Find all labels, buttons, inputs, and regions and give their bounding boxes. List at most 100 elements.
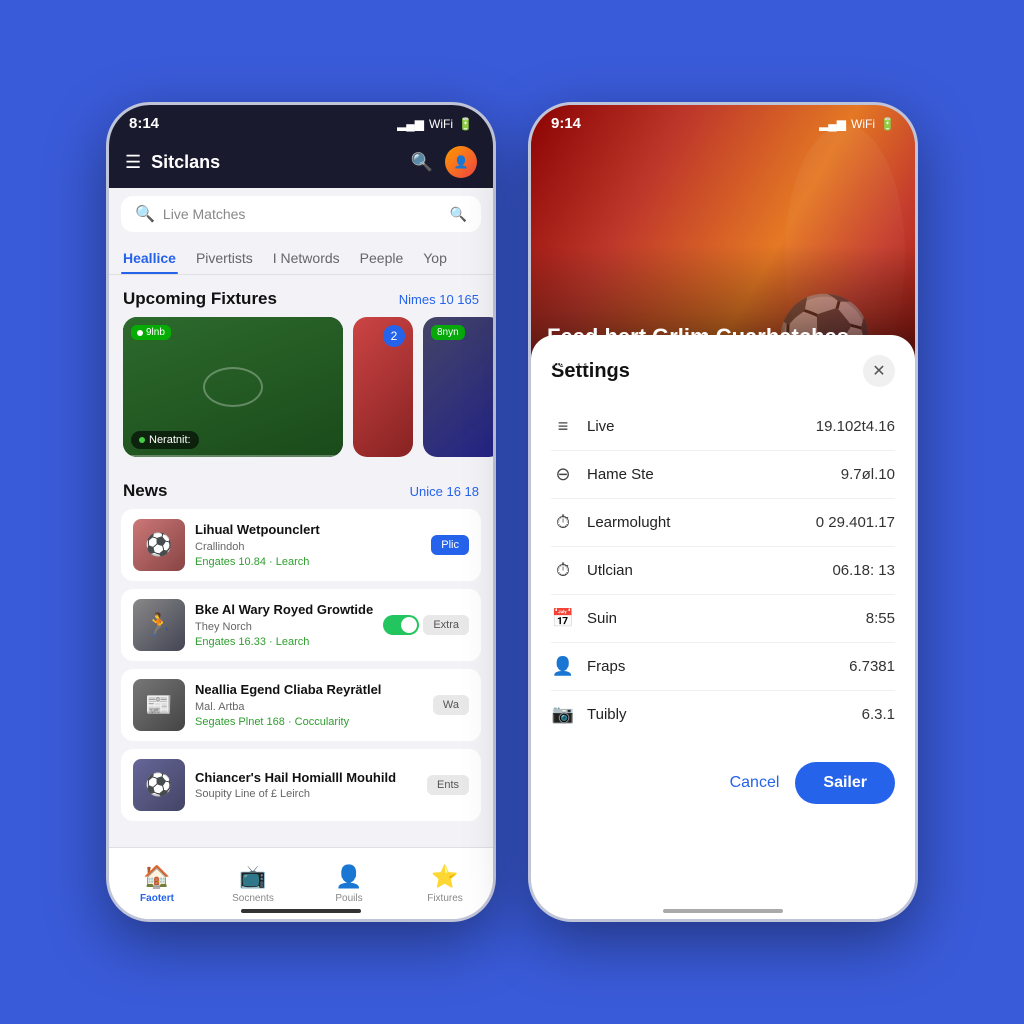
menu-icon[interactable]: ☰ xyxy=(125,152,141,173)
settings-row-live[interactable]: ≡ Live 19.102t4.16 xyxy=(551,403,895,451)
fixtures-link[interactable]: Nimes 10 165 xyxy=(399,292,479,307)
save-button[interactable]: Sailer xyxy=(795,762,895,804)
tab-pivertists[interactable]: Pivertists xyxy=(194,244,255,274)
cancel-button[interactable]: Cancel xyxy=(730,774,780,792)
app-title: Sitclans xyxy=(151,152,220,173)
home-indicator-left xyxy=(241,909,361,913)
suin-icon: 📅 xyxy=(551,608,575,629)
settings-row-suin[interactable]: 📅 Suin 8:55 xyxy=(551,595,895,643)
status-icons-left: ▂▄▆ WiFi 🔋 xyxy=(397,117,473,131)
search-clear-icon[interactable]: 🔍 xyxy=(450,206,467,223)
home-indicator-right xyxy=(663,909,783,913)
signal-icon-right: ▂▄▆ xyxy=(819,117,846,131)
news-item-1[interactable]: ⚽ Lihual Wetpounclert Crallindoh Engates… xyxy=(121,509,481,581)
tab-heallice[interactable]: Heallice xyxy=(121,244,178,274)
settings-label-fraps: Fraps xyxy=(587,658,837,675)
fixture-badge-3: 8nyn xyxy=(431,325,465,340)
tab-bar: Heallice Pivertists I Networds Peeple Yo… xyxy=(109,240,493,275)
settings-panel: Settings ✕ ≡ Live 19.102t4.16 ⊖ Hame Ste… xyxy=(531,335,915,919)
news-item-2[interactable]: 🏃 Bke Al Wary Royed Growtide They Norch … xyxy=(121,589,481,661)
left-content: 🔍 Live Matches 🔍 Heallice Pivertists I N… xyxy=(109,188,493,922)
news-meta-3: Segates Plnet 168 · Coccularity xyxy=(195,716,423,728)
nav-item-home[interactable]: 🏠 Faotert xyxy=(109,848,205,919)
news-item-3[interactable]: 📰 Neallia Egend Cliaba Reyrätlel Mal. Ar… xyxy=(121,669,481,741)
news-info-3: Neallia Egend Cliaba Reyrätlel Mal. Artb… xyxy=(195,682,423,728)
news-action-4[interactable]: Ents xyxy=(427,775,469,795)
settings-row-hame[interactable]: ⊖ Hame Ste 9.7øl.10 xyxy=(551,451,895,499)
news-action-1[interactable]: Plic xyxy=(431,535,469,555)
news-info-2: Bke Al Wary Royed Growtide They Norch En… xyxy=(195,602,373,648)
battery-icon-right: 🔋 xyxy=(880,117,895,131)
settings-label-suin: Suin xyxy=(587,610,854,627)
news-thumb-2: 🏃 xyxy=(133,599,185,651)
wifi-icon-right: WiFi xyxy=(851,117,875,131)
fixture-card-1[interactable]: 9lnb Neratnit: xyxy=(123,317,343,457)
close-icon: ✕ xyxy=(872,361,885,381)
nav-label-home: Faotert xyxy=(140,893,174,904)
tab-yop[interactable]: Yop xyxy=(421,244,449,274)
news-title-1: Lihual Wetpounclert xyxy=(195,522,421,539)
signal-icon: ▂▄▆ xyxy=(397,117,424,131)
scroll-content: Upcoming Fixtures Nimes 10 165 9lnb xyxy=(109,275,493,922)
news-info-4: Chiancer's Hail Homialll Mouhild Soupity… xyxy=(195,770,417,801)
tab-inetwords[interactable]: I Networds xyxy=(271,244,342,274)
search-input[interactable]: Live Matches xyxy=(163,206,442,222)
status-icons-right: ▂▄▆ WiFi 🔋 xyxy=(819,117,895,131)
fixture-badge-2: 2 xyxy=(383,325,405,347)
fixtures-section-header: Upcoming Fixtures Nimes 10 165 xyxy=(109,275,493,317)
search-bar[interactable]: 🔍 Live Matches 🔍 xyxy=(121,196,481,232)
news-link[interactable]: Unice 16 18 xyxy=(410,484,479,499)
fixture-card-2[interactable]: 2 xyxy=(353,317,413,457)
news-item-4[interactable]: ⚽ Chiancer's Hail Homialll Mouhild Soupi… xyxy=(121,749,481,821)
news-title: News xyxy=(123,481,167,501)
settings-list: ≡ Live 19.102t4.16 ⊖ Hame Ste 9.7øl.10 ⏱… xyxy=(551,403,895,738)
news-thumb-1: ⚽ xyxy=(133,519,185,571)
settings-row-fraps[interactable]: 👤 Fraps 6.7381 xyxy=(551,643,895,691)
news-action-3[interactable]: Wa xyxy=(433,695,469,715)
settings-row-tuibly[interactable]: 📷 Tuibly 6.3.1 xyxy=(551,691,895,738)
settings-row-utlcian[interactable]: ⏱ Utlcian 06.18: 13 xyxy=(551,547,895,595)
live-icon: ≡ xyxy=(551,416,575,437)
news-info-1: Lihual Wetpounclert Crallindoh Engates 1… xyxy=(195,522,421,568)
header-left: ☰ Sitclans xyxy=(125,152,220,173)
news-thumb-3: 📰 xyxy=(133,679,185,731)
header-right: 🔍 👤 xyxy=(411,146,477,178)
news-toggle-2: Extra xyxy=(383,615,469,635)
settings-value-learn: 0 29.401.17 xyxy=(816,514,895,531)
right-phone: 9:14 ▂▄▆ WiFi 🔋 ⚽ Feed hert Grlim Cuarha… xyxy=(528,102,918,922)
settings-value-hame: 9.7øl.10 xyxy=(841,466,895,483)
learn-icon: ⏱ xyxy=(551,512,575,533)
news-subtitle-4: Soupity Line of £ Leirch xyxy=(195,788,417,800)
fraps-icon: 👤 xyxy=(551,656,575,677)
hame-icon: ⊖ xyxy=(551,464,575,485)
news-subtitle-2: They Norch xyxy=(195,621,373,633)
fixture-card-3[interactable]: 8nyn xyxy=(423,317,493,457)
search-icon[interactable]: 🔍 xyxy=(411,152,433,173)
settings-value-utlcian: 06.18: 13 xyxy=(832,562,895,579)
wifi-icon: WiFi xyxy=(429,117,453,131)
news-action-2[interactable]: Extra xyxy=(423,615,469,635)
news-subtitle-3: Mal. Artba xyxy=(195,701,423,713)
fixture-label-1: Neratnit: xyxy=(131,431,199,449)
search-bar-icon: 🔍 xyxy=(135,204,155,224)
avatar[interactable]: 👤 xyxy=(445,146,477,178)
settings-value-tuibly: 6.3.1 xyxy=(862,706,895,723)
fixture-live-dot xyxy=(139,437,145,443)
fixtures-carousel: 9lnb Neratnit: 2 8nyn xyxy=(109,317,493,467)
news-title-4: Chiancer's Hail Homialll Mouhild xyxy=(195,770,417,787)
pouils-icon: 👤 xyxy=(335,864,362,890)
nav-item-fixtures[interactable]: ⭐ Fixtures xyxy=(397,848,493,919)
news-title-3: Neallia Egend Cliaba Reyrätlel xyxy=(195,682,423,699)
tuibly-icon: 📷 xyxy=(551,704,575,725)
status-bar-right: 9:14 ▂▄▆ WiFi 🔋 xyxy=(531,105,915,138)
close-button[interactable]: ✕ xyxy=(863,355,895,387)
tab-peeple[interactable]: Peeple xyxy=(358,244,406,274)
news-subtitle-1: Crallindoh xyxy=(195,541,421,553)
status-bar-left: 8:14 ▂▄▆ WiFi 🔋 xyxy=(109,105,493,138)
fixtures-title: Upcoming Fixtures xyxy=(123,289,277,309)
toggle-switch-2[interactable] xyxy=(383,615,419,635)
hero-subtitle: Diance, only up the aconuming? xyxy=(547,354,849,369)
settings-label-live: Live xyxy=(587,418,804,435)
settings-row-learn[interactable]: ⏱ Learmolught 0 29.401.17 xyxy=(551,499,895,547)
hero-title: Feed hert Grlim Cuarhatches xyxy=(547,324,849,350)
